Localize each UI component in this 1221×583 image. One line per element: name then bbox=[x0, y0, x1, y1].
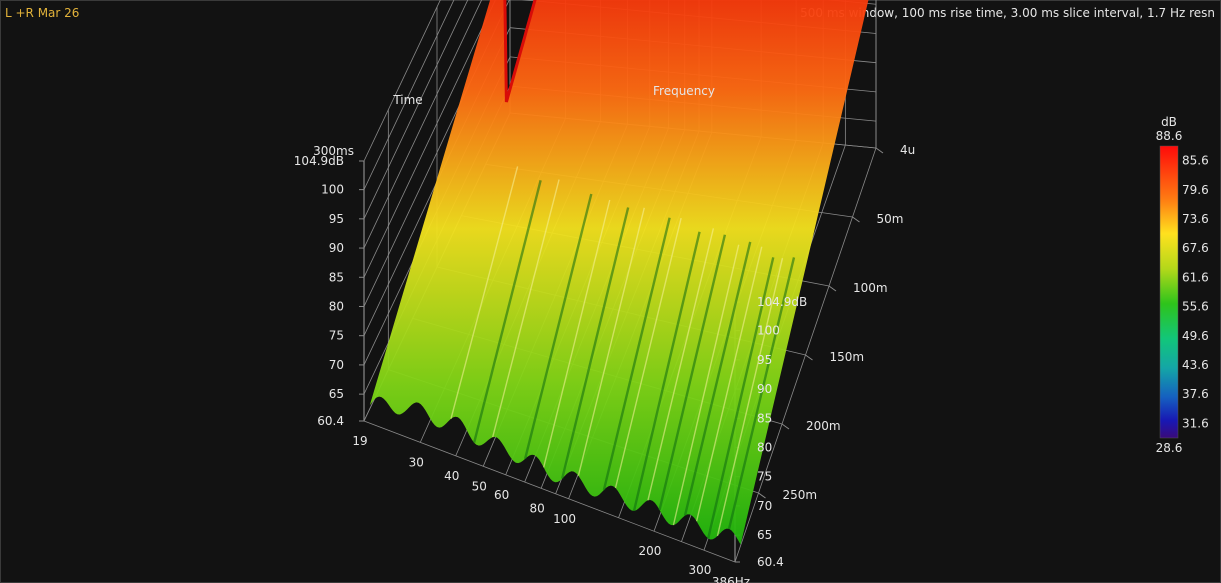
right-z-tick-label: 85 bbox=[757, 411, 772, 425]
x-tick-label: 19 bbox=[352, 434, 367, 448]
right-z-tick-label: 104.9dB bbox=[757, 295, 807, 309]
time-tick-label: 200m bbox=[806, 419, 841, 433]
time-tick bbox=[758, 492, 766, 499]
color-scale-bar: dB88.6 85.6 79.6 73.6 67.6 61.6 55.6 49.6 43.6 37… bbox=[1156, 115, 1209, 455]
left-z-tick-label: 90 bbox=[329, 241, 344, 255]
x-tick-label: 40 bbox=[444, 469, 459, 483]
colorbar-tick-label: 37.6 bbox=[1182, 387, 1209, 401]
colorbar-tick-label: 31.6 bbox=[1182, 416, 1209, 430]
x-tick-label: 300 bbox=[688, 563, 711, 577]
right-z-tick-label: 70 bbox=[757, 499, 772, 513]
time-tick-label: 250m bbox=[783, 488, 818, 502]
right-z-tick-label: 60.4 bbox=[757, 555, 784, 569]
left-z-tick-label: 70 bbox=[329, 358, 344, 372]
x-tick-label: 100 bbox=[553, 512, 576, 526]
colorbar-tick-label: 79.6 bbox=[1182, 183, 1209, 197]
colorbar-tick-label: 55.6 bbox=[1182, 300, 1209, 314]
left-z-tick-label: 95 bbox=[329, 212, 344, 226]
colorbar-min-label: 28.6 bbox=[1156, 441, 1183, 455]
left-z-tick-label: 100 bbox=[321, 183, 344, 197]
right-z-tick-label: 100 bbox=[757, 324, 780, 338]
colorbar-max-label: 88.6 bbox=[1156, 129, 1183, 143]
right-z-tick-label: 65 bbox=[757, 528, 772, 542]
left-z-tick-label: 75 bbox=[329, 329, 344, 343]
left-z-tick-label: 65 bbox=[329, 387, 344, 401]
back-time-tick-label: 300ms bbox=[313, 144, 354, 158]
time-tick-label: 100m bbox=[853, 281, 888, 295]
time-tick bbox=[781, 423, 790, 430]
x-tick-label: 30 bbox=[409, 455, 424, 469]
colorbar-tick-label: 61.6 bbox=[1182, 270, 1209, 284]
right-z-tick-label: 80 bbox=[757, 440, 772, 454]
colorbar-tick-label: 43.6 bbox=[1182, 358, 1209, 372]
left-z-tick-label: 85 bbox=[329, 270, 344, 284]
colorbar-tick-label: 85.6 bbox=[1182, 154, 1209, 168]
time-tick-label: 4u bbox=[900, 143, 915, 157]
right-z-tick-label: 90 bbox=[757, 382, 772, 396]
frequency-axis-label: Frequency bbox=[653, 84, 715, 98]
time-tick bbox=[875, 147, 884, 154]
colorbar-tick-label: 67.6 bbox=[1182, 241, 1209, 255]
left-z-tick-label: 80 bbox=[329, 299, 344, 313]
time-tick bbox=[828, 285, 837, 292]
waterfall-surface bbox=[369, 0, 869, 545]
time-tick-label: 50m bbox=[877, 212, 904, 226]
x-tick-label: 200 bbox=[639, 544, 662, 558]
right-z-tick-label: 75 bbox=[757, 470, 772, 484]
waterfall-surface-body bbox=[369, 0, 869, 545]
time-axis-label: Time bbox=[392, 93, 422, 107]
x-tick-label: 386Hz bbox=[712, 575, 750, 583]
time-tick-label: 150m bbox=[830, 350, 865, 364]
x-tick-label: 80 bbox=[529, 501, 544, 515]
time-tick bbox=[805, 354, 813, 361]
colorbar-title: dB bbox=[1161, 115, 1177, 129]
time-tick bbox=[852, 216, 860, 223]
x-tick-label: 50 bbox=[472, 479, 487, 493]
colorbar-tick-label: 73.6 bbox=[1182, 212, 1209, 226]
x-tick-label: 60 bbox=[494, 488, 509, 502]
colorbar-tick-label: 49.6 bbox=[1182, 329, 1209, 343]
right-z-tick-label: 95 bbox=[757, 353, 772, 367]
colorbar-gradient bbox=[1159, 145, 1179, 439]
left-z-tick-label: 60.4 bbox=[317, 414, 344, 428]
waterfall-chart: 193040506080100200300386Hz19304050608010… bbox=[294, 0, 1209, 583]
